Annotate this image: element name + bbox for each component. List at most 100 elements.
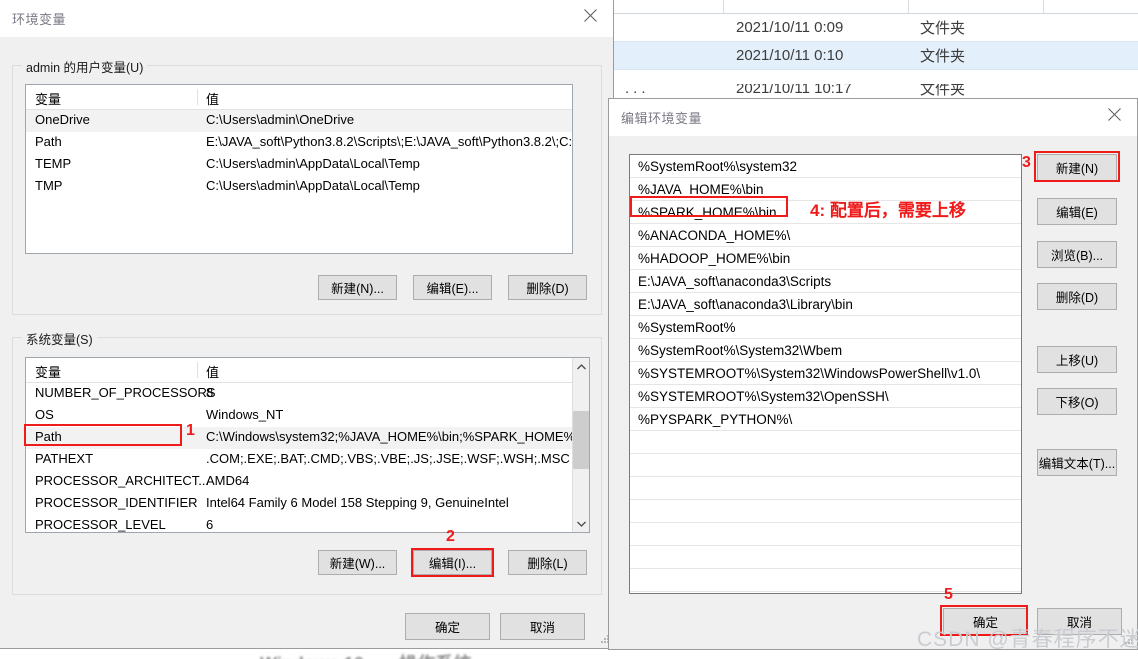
env-ok-button[interactable]: 确定 <box>405 613 490 640</box>
variable-value: .COM;.EXE;.BAT;.CMD;.VBS;.VBE;.JS;.JSE;.… <box>206 451 570 466</box>
variable-name: PATHEXT <box>35 451 94 466</box>
explorer-row-type: 文件夹 <box>920 48 966 65</box>
file-explorer-background: 2021/10/11 0:09 文件夹 2021/10/11 0:10 文件夹 … <box>613 0 1138 96</box>
entry-move-up-button[interactable]: 上移(U) <box>1037 346 1117 373</box>
system-edit-button[interactable]: 编辑(I)... <box>413 550 492 575</box>
list-item-empty[interactable] <box>630 592 1021 593</box>
variable-name: TMP <box>35 178 63 193</box>
variable-name: PROCESSOR_IDENTIFIER <box>35 495 198 510</box>
explorer-row-type: 文件夹 <box>920 84 966 96</box>
variable-name: Path <box>35 134 62 149</box>
table-row[interactable]: TEMP C:\Users\admin\AppData\Local\Temp <box>26 154 572 176</box>
list-item[interactable]: %SystemRoot%\system32 <box>630 155 1021 178</box>
header-divider <box>197 362 198 378</box>
entry-browse-button[interactable]: 浏览(B)... <box>1037 241 1117 268</box>
list-item[interactable]: %SYSTEMROOT%\System32\OpenSSH\ <box>630 385 1021 408</box>
user-list-rows: OneDrive C:\Users\admin\OneDrive Path E:… <box>26 110 572 253</box>
user-delete-button[interactable]: 删除(D) <box>508 275 587 300</box>
annotation-marker-2: 2 <box>446 528 455 545</box>
system-new-button[interactable]: 新建(W)... <box>318 550 397 575</box>
explorer-row-partial[interactable]: ... 2021/10/11 10:17 文件夹 <box>613 84 1138 96</box>
env-dialog-titlebar[interactable]: 环境变量 <box>0 0 613 37</box>
variable-name: PROCESSOR_LEVEL <box>35 517 166 532</box>
annotation-marker-4: 4: 配置后，需要上移 <box>810 201 966 220</box>
annotation-marker-5: 5 <box>944 586 953 603</box>
table-row[interactable]: OS Windows_NT <box>26 405 572 427</box>
variable-name: PROCESSOR_ARCHITECT... <box>35 473 210 488</box>
edit-environment-variable-dialog: 编辑环境变量 %SystemRoot%\system32 %JAVA_HOME%… <box>608 98 1138 650</box>
env-dialog-title: 环境变量 <box>12 12 67 27</box>
variable-name: NUMBER_OF_PROCESSORS <box>35 385 216 400</box>
explorer-row-date: 2021/10/11 0:10 <box>736 47 844 64</box>
list-item[interactable]: E:\JAVA_soft\anaconda3\Scripts <box>630 270 1021 293</box>
table-row[interactable]: Path E:\JAVA_soft\Python3.8.2\Scripts\;E… <box>26 132 572 154</box>
list-item-empty[interactable] <box>630 569 1021 592</box>
user-new-button[interactable]: 新建(N)... <box>318 275 397 300</box>
table-row[interactable]: PROCESSOR_ARCHITECT... AMD64 <box>26 471 572 493</box>
edit-dialog-titlebar[interactable]: 编辑环境变量 <box>609 99 1137 136</box>
variable-value: C:\Users\admin\AppData\Local\Temp <box>206 156 420 171</box>
explorer-row-date: 2021/10/11 0:09 <box>736 19 844 36</box>
variable-value: C:\Users\admin\OneDrive <box>206 112 355 127</box>
table-row[interactable]: PROCESSOR_LEVEL 6 <box>26 515 572 532</box>
system-list-scrollbar[interactable] <box>572 358 589 532</box>
list-item[interactable]: %ANACONDA_HOME%\ <box>630 224 1021 247</box>
list-item-empty[interactable] <box>630 523 1021 546</box>
system-col-variable: 变量 <box>35 365 62 380</box>
variable-value: C:\Users\admin\AppData\Local\Temp <box>206 178 420 193</box>
system-list-rows: NUMBER_OF_PROCESSORS 8 OS Windows_NT Pat… <box>26 383 586 532</box>
table-row[interactable]: PROCESSOR_IDENTIFIER Intel64 Family 6 Mo… <box>26 493 572 515</box>
variable-name: TEMP <box>35 156 72 171</box>
explorer-row-type: 文件夹 <box>920 20 966 37</box>
user-col-variable: 变量 <box>35 92 62 107</box>
list-item[interactable]: %SystemRoot% <box>630 316 1021 339</box>
entry-delete-button[interactable]: 删除(D) <box>1037 283 1117 310</box>
list-item-empty[interactable] <box>630 454 1021 477</box>
list-item-empty[interactable] <box>630 546 1021 569</box>
explorer-row-date: 2021/10/11 10:17 <box>736 84 852 96</box>
column-divider <box>723 0 724 14</box>
annotation-marker-3: 3 <box>1022 154 1031 171</box>
environment-variables-dialog: 环境变量 admin 的用户变量(U) 变量 值 OneDrive C:\Use… <box>0 0 614 649</box>
scroll-down-icon[interactable] <box>573 515 589 532</box>
list-item-empty[interactable] <box>630 477 1021 500</box>
list-item[interactable]: %SYSTEMROOT%\System32\WindowsPowerShell\… <box>630 362 1021 385</box>
list-item[interactable]: %SystemRoot%\System32\Wbem <box>630 339 1021 362</box>
list-item[interactable]: %HADOOP_HOME%\bin <box>630 247 1021 270</box>
user-col-value: 值 <box>206 92 220 107</box>
table-row[interactable]: NUMBER_OF_PROCESSORS 8 <box>26 383 572 405</box>
table-row[interactable]: TMP C:\Users\admin\AppData\Local\Temp <box>26 176 572 198</box>
screen: 2021/10/11 0:09 文件夹 2021/10/11 0:10 文件夹 … <box>0 0 1138 659</box>
table-row[interactable]: PATHEXT .COM;.EXE;.BAT;.CMD;.VBS;.VBE;.J… <box>26 449 572 471</box>
entry-edit-button[interactable]: 编辑(E) <box>1037 198 1117 225</box>
list-item-empty[interactable] <box>630 431 1021 454</box>
explorer-row[interactable]: 2021/10/11 0:09 文件夹 <box>613 14 1138 42</box>
scrollbar-thumb[interactable] <box>573 411 589 469</box>
env-cancel-button[interactable]: 取消 <box>500 613 585 640</box>
system-variables-legend: 系统变量(S) <box>22 329 97 348</box>
system-col-value: 值 <box>206 365 220 380</box>
system-delete-button[interactable]: 删除(L) <box>508 550 587 575</box>
user-variables-list[interactable]: 变量 值 OneDrive C:\Users\admin\OneDrive Pa… <box>25 84 573 254</box>
variable-name: Path <box>35 429 62 444</box>
user-edit-button[interactable]: 编辑(E)... <box>413 275 492 300</box>
close-icon[interactable] <box>567 0 613 31</box>
user-variables-legend: admin 的用户变量(U) <box>22 57 148 76</box>
entry-move-down-button[interactable]: 下移(O) <box>1037 388 1117 415</box>
variable-name: OneDrive <box>35 112 90 127</box>
system-variables-list[interactable]: 变量 值 NUMBER_OF_PROCESSORS 8 OS Windows_N… <box>25 357 590 533</box>
scroll-up-icon[interactable] <box>573 358 589 375</box>
background-text-strip: Windows 10 ── 操作系统 <box>0 648 613 659</box>
explorer-column-headers <box>613 0 1138 14</box>
list-item[interactable]: %PYSPARK_PYTHON%\ <box>630 408 1021 431</box>
entry-edit-text-button[interactable]: 编辑文本(T)... <box>1037 449 1117 476</box>
explorer-row-selected[interactable]: 2021/10/11 0:10 文件夹 <box>613 42 1138 70</box>
table-row-path-selected[interactable]: Path C:\Windows\system32;%JAVA_HOME%\bin… <box>26 427 586 449</box>
table-row[interactable]: OneDrive C:\Users\admin\OneDrive <box>26 110 572 132</box>
entry-new-button[interactable]: 新建(N) <box>1037 154 1117 181</box>
variable-value: Windows_NT <box>206 407 284 422</box>
list-item[interactable]: E:\JAVA_soft\anaconda3\Library\bin <box>630 293 1021 316</box>
close-icon[interactable] <box>1091 99 1137 130</box>
list-item-empty[interactable] <box>630 500 1021 523</box>
variable-value: 6 <box>206 517 214 532</box>
